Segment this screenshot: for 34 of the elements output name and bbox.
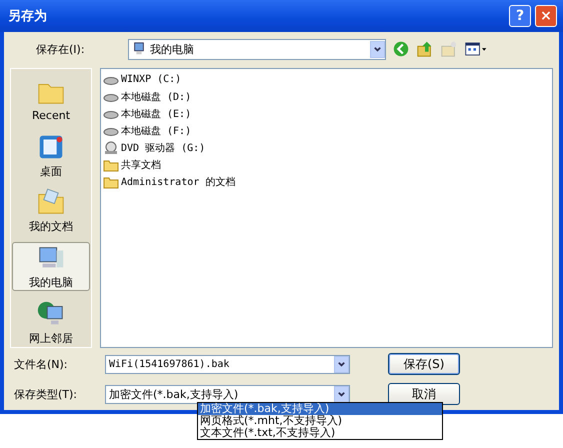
file-name-field[interactable]: WiFi(1541697861).bak (105, 354, 350, 374)
location-dropdown[interactable]: 我的电脑 (128, 38, 386, 60)
disc-drive-icon (103, 140, 119, 154)
view-menu-icon[interactable] (464, 40, 488, 58)
help-button[interactable]: ? (509, 5, 531, 27)
up-folder-icon[interactable] (416, 40, 434, 58)
file-item[interactable]: 本地磁盘 (D:) (103, 88, 192, 105)
file-type-dropdown[interactable]: 加密文件(*.bak,支持导入) (105, 384, 350, 404)
file-name-label: 文件名(N): (13, 356, 69, 372)
file-type-option[interactable]: 加密文件(*.bak,支持导入) (198, 403, 442, 415)
places-item[interactable]: 我的文档 (12, 186, 90, 236)
close-button[interactable]: × (535, 5, 557, 27)
folder-icon (103, 174, 119, 188)
save-in-label: 保存在(I): (35, 42, 86, 56)
save-button[interactable]: 保存(S) (388, 353, 460, 375)
file-item[interactable]: 本地磁盘 (E:) (103, 105, 192, 122)
computer-icon (132, 42, 146, 56)
file-type-label: 保存类型(T): (13, 386, 78, 402)
file-type-option[interactable]: 文本文件(*.txt,不支持导入) (198, 427, 442, 439)
back-icon[interactable] (392, 40, 410, 58)
window-title: 另存为 (8, 8, 48, 25)
cancel-button[interactable]: 取消 (388, 383, 460, 405)
file-item[interactable]: 本地磁盘 (F:) (103, 122, 192, 139)
places-item[interactable]: 我的电脑 (12, 242, 90, 292)
file-item[interactable]: Administrator 的文档 (103, 173, 236, 190)
places-item[interactable]: Recent (12, 75, 90, 125)
file-type-option[interactable]: 网页格式(*.mht,不支持导入) (198, 415, 442, 427)
folder-icon (103, 158, 119, 172)
places-item[interactable]: 桌面 (12, 130, 90, 180)
file-item[interactable]: 共享文档 (103, 156, 161, 173)
file-item[interactable]: WINXP (C:) (103, 71, 182, 88)
new-folder-icon[interactable] (440, 40, 458, 58)
places-item[interactable]: 网上邻居 (12, 297, 90, 347)
file-item[interactable]: DVD 驱动器 (G:) (103, 139, 206, 156)
